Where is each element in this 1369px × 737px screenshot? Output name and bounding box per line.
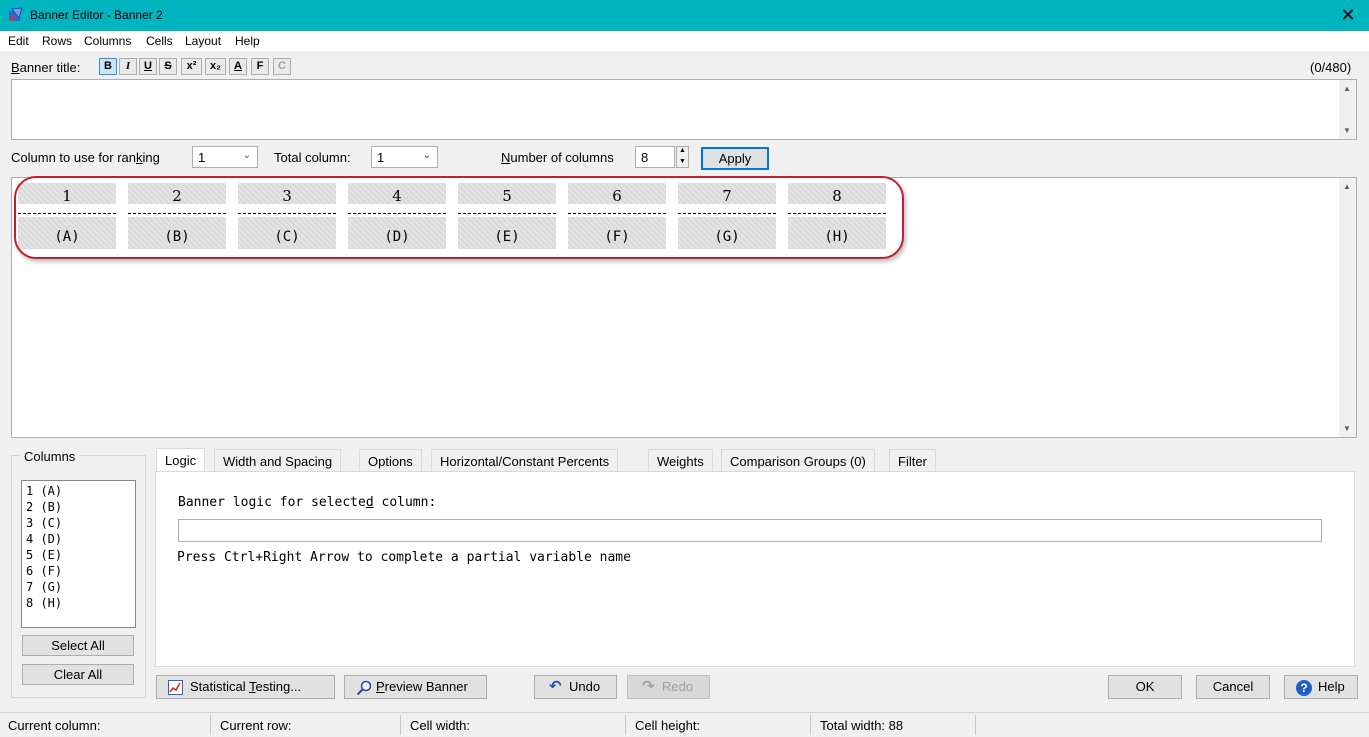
logic-hint: Press Ctrl+Right Arrow to complete a par… — [177, 550, 631, 565]
scroll-up-icon[interactable]: ▲ — [1343, 84, 1351, 93]
title-char-counter: (0/480) — [1310, 60, 1352, 75]
tab-options[interactable]: Options — [359, 449, 422, 472]
font-button[interactable]: F — [251, 58, 269, 75]
help-button[interactable]: ? Help — [1284, 675, 1358, 699]
cancel-button[interactable]: Cancel — [1196, 675, 1270, 699]
bold-button[interactable]: B — [99, 58, 117, 75]
logic-tab-panel: Banner logic for selected column: Press … — [155, 471, 1355, 667]
menu-layout[interactable]: Layout — [185, 34, 221, 48]
status-bar: Current column: Current row: Cell width:… — [0, 712, 1369, 737]
close-button[interactable]: ✕ — [1330, 2, 1366, 29]
list-item[interactable]: 4 (D) — [26, 532, 62, 546]
status-current-column: Current column: — [8, 718, 101, 733]
chevron-down-icon: ⌄ — [242, 150, 251, 161]
tab-logic[interactable]: Logic — [156, 448, 206, 473]
ranking-label: Column to use for ranking — [11, 150, 160, 165]
chevron-down-icon: ⌄ — [422, 150, 431, 161]
tab-weights[interactable]: Weights — [648, 449, 713, 472]
canvas-scrollbar[interactable]: ▲ ▼ — [1339, 178, 1356, 437]
menu-columns[interactable]: Columns — [84, 34, 131, 48]
font-color-button[interactable]: A — [229, 58, 247, 75]
menu-edit[interactable]: Edit — [8, 34, 29, 48]
preview-banner-button[interactable]: Preview Banner — [344, 675, 487, 699]
list-item[interactable]: 3 (C) — [26, 516, 62, 530]
italic-button[interactable]: I — [119, 58, 137, 75]
banner-title-input[interactable]: ▲ ▼ — [11, 79, 1357, 140]
columns-group-title: Columns — [20, 449, 80, 464]
list-item[interactable]: 1 (A) — [26, 484, 62, 498]
underline-button[interactable]: U — [139, 58, 157, 75]
columns-list[interactable]: 1 (A) 2 (B) 3 (C) 4 (D) 5 (E) 6 (F) 7 (G… — [21, 480, 136, 628]
redo-icon: ↷ — [642, 678, 655, 695]
scroll-down-icon[interactable]: ▼ — [1343, 424, 1351, 433]
menu-help[interactable]: Help — [235, 34, 260, 48]
help-icon: ? — [1296, 680, 1312, 696]
apply-button[interactable]: Apply — [701, 147, 769, 170]
list-item[interactable]: 8 (H) — [26, 596, 62, 610]
undo-button[interactable]: ↶ Undo — [534, 675, 617, 699]
chart-icon — [168, 680, 183, 695]
clear-all-button[interactable]: Clear All — [22, 664, 134, 685]
number-of-columns-input[interactable]: 8 — [635, 146, 675, 168]
spin-up-icon[interactable]: ▲ — [679, 147, 686, 154]
title-scrollbar[interactable]: ▲ ▼ — [1339, 80, 1356, 139]
superscript-button[interactable]: x² — [181, 58, 202, 75]
tab-width-and-spacing[interactable]: Width and Spacing — [214, 449, 342, 472]
status-current-row: Current row: — [220, 718, 292, 733]
scroll-down-icon[interactable]: ▼ — [1343, 126, 1351, 135]
magnifier-icon — [356, 680, 372, 696]
statistical-testing-button[interactable]: Statistical Testing... — [156, 675, 335, 699]
status-cell-height: Cell height: — [635, 718, 701, 733]
ranking-column-select[interactable]: 1 ⌄ — [192, 146, 258, 168]
app-icon — [9, 7, 23, 21]
menu-bar: Edit Rows Columns Cells Layout Help — [0, 31, 1369, 51]
tab-horizontal-constant-percents[interactable]: Horizontal/Constant Percents — [431, 449, 619, 472]
title-bar: Banner Editor - Banner 2 ✕ — [0, 0, 1369, 31]
redo-button[interactable]: ↷ Redo — [627, 675, 710, 699]
list-item[interactable]: 2 (B) — [26, 500, 62, 514]
banner-title-label: Banner title: — [11, 60, 81, 75]
number-of-columns-spinner[interactable]: ▲ ▼ — [676, 146, 689, 168]
list-item[interactable]: 7 (G) — [26, 580, 62, 594]
undo-icon: ↶ — [549, 678, 562, 695]
select-all-button[interactable]: Select All — [22, 635, 134, 656]
tab-comparison-groups[interactable]: Comparison Groups (0) — [721, 449, 875, 472]
clear-format-button[interactable]: C — [273, 58, 291, 75]
ok-button[interactable]: OK — [1108, 675, 1182, 699]
total-column-select[interactable]: 1 ⌄ — [371, 146, 438, 168]
window-title: Banner Editor - Banner 2 — [30, 8, 163, 22]
strikethrough-button[interactable]: S — [159, 58, 177, 75]
scroll-up-icon[interactable]: ▲ — [1343, 182, 1351, 191]
highlight-annotation — [14, 176, 904, 259]
menu-rows[interactable]: Rows — [42, 34, 72, 48]
banner-logic-label: Banner logic for selected column: — [178, 495, 437, 510]
subscript-button[interactable]: x₂ — [205, 58, 226, 75]
list-item[interactable]: 5 (E) — [26, 548, 62, 562]
spin-down-icon[interactable]: ▼ — [679, 158, 686, 165]
number-of-columns-label: Number of columns — [501, 150, 614, 165]
banner-logic-input[interactable] — [178, 519, 1322, 542]
menu-cells[interactable]: Cells — [146, 34, 173, 48]
status-cell-width: Cell width: — [410, 718, 470, 733]
list-item[interactable]: 6 (F) — [26, 564, 62, 578]
total-column-label: Total column: — [274, 150, 351, 165]
status-total-width: Total width: 88 — [820, 718, 904, 733]
tab-filter[interactable]: Filter — [889, 449, 936, 472]
